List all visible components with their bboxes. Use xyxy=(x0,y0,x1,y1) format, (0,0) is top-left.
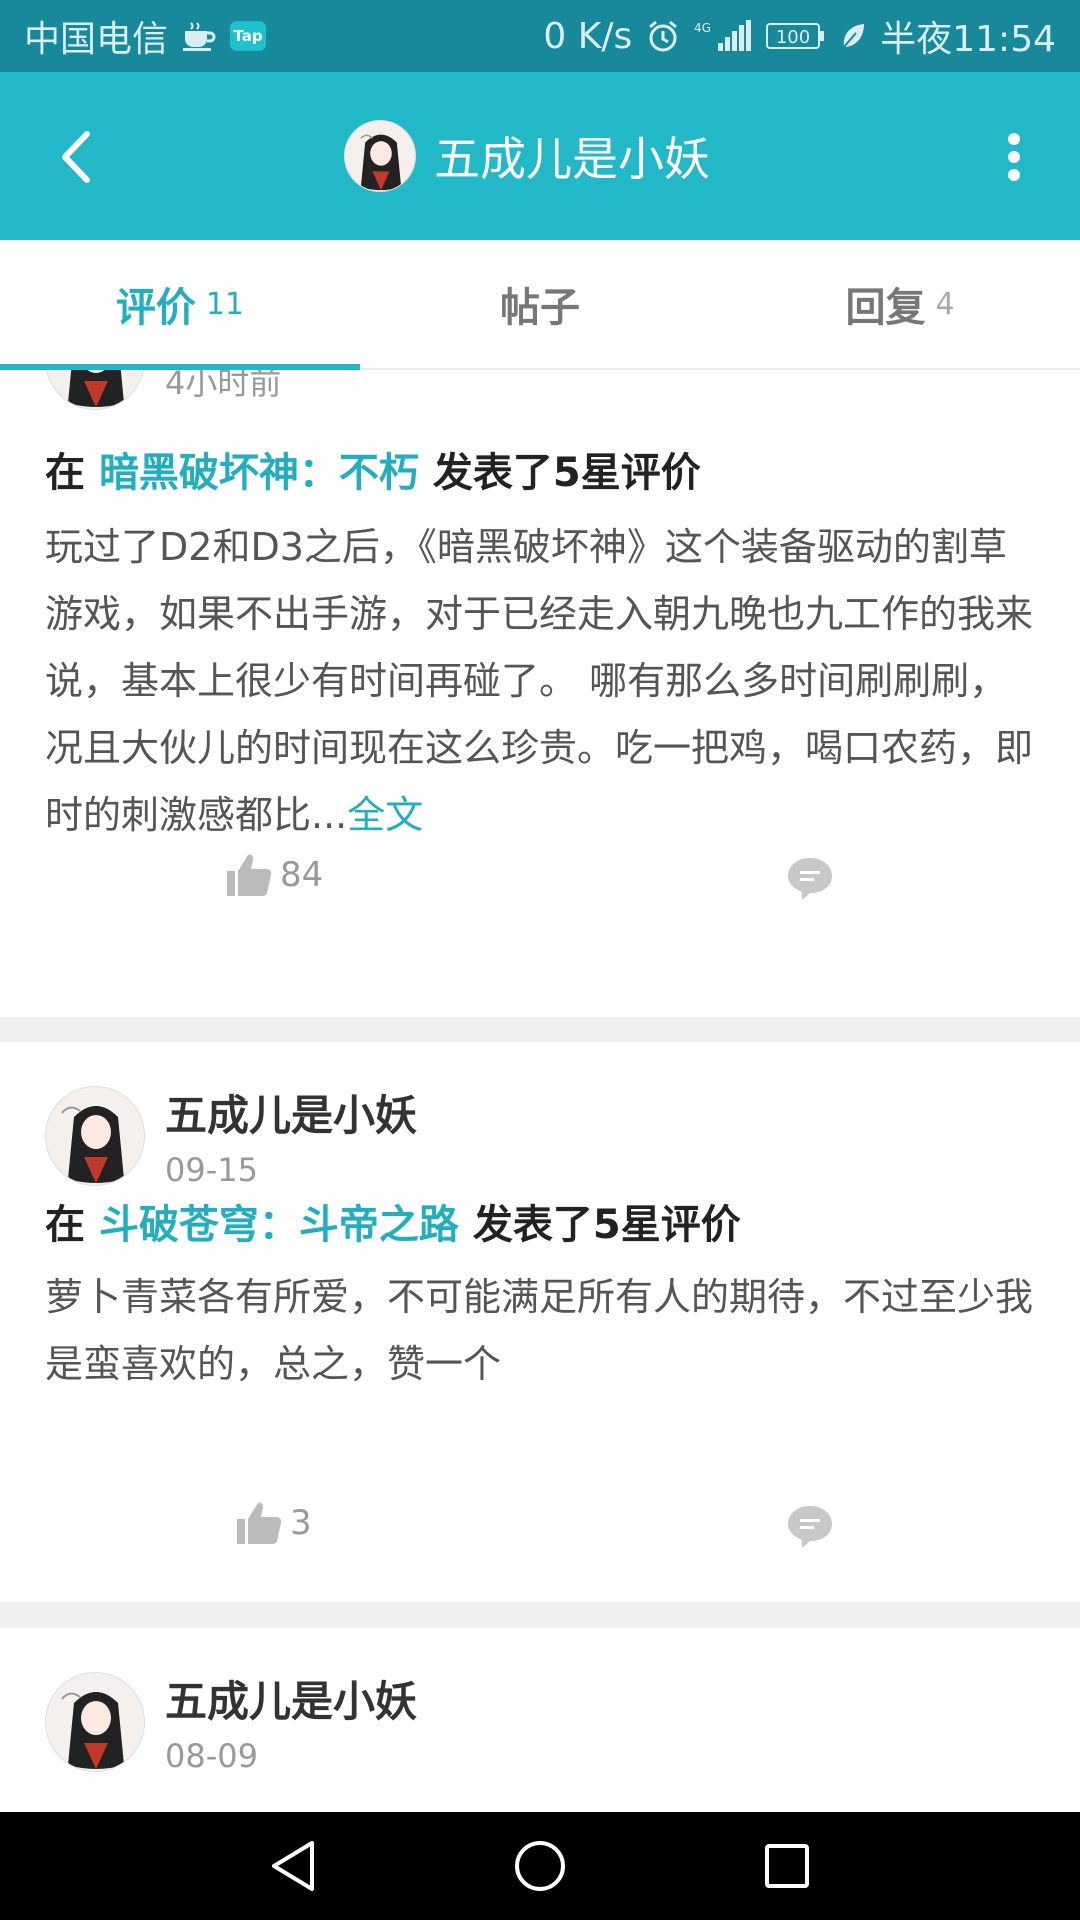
like-button[interactable]: 84 xyxy=(226,852,323,898)
tab-count: 4 xyxy=(935,286,955,322)
avatar[interactable] xyxy=(45,370,145,410)
review-body: 萝卜青菜各有所爱，不可能满足所有人的期待，不过至少我是蛮喜欢的，总之，赞一个 xyxy=(45,1275,1034,1386)
tab-reviews[interactable]: 评价 11 xyxy=(0,240,360,368)
leaf-icon xyxy=(840,21,866,51)
coffee-icon xyxy=(182,21,216,51)
back-button[interactable] xyxy=(40,122,110,192)
review-target-line: 在 斗破苍穹：斗帝之路 发表了5星评价 xyxy=(45,1192,741,1250)
game-link[interactable]: 斗破苍穹：斗帝之路 xyxy=(99,1202,459,1248)
avatar-image xyxy=(46,1672,144,1771)
review-feed[interactable]: 4小时前 在 暗黑破坏神：不朽 发表了5星评价 玩过了D2和D3之后，《暗黑破坏… xyxy=(0,370,1080,1812)
post-date: 09-15 xyxy=(165,1151,258,1189)
user-name[interactable]: 五成儿是小妖 xyxy=(165,1668,417,1729)
battery-level: 100 xyxy=(776,27,810,48)
thumbs-up-icon xyxy=(237,1502,282,1544)
app-bar: 五成儿是小妖 xyxy=(0,72,1080,240)
comment-icon xyxy=(788,858,832,900)
more-options-button[interactable] xyxy=(984,122,1044,192)
review-body: 玩过了D2和D3之后，《暗黑破坏神》这个装备驱动的割草游戏，如果不出手游，对于已… xyxy=(45,525,1034,837)
review-card-header: 五成儿是小妖 09-15 xyxy=(45,1082,417,1189)
review-card: 五成儿是小妖 08-09 xyxy=(0,1628,1080,1812)
tab-label: 回复 xyxy=(845,285,926,331)
review-text[interactable]: 玩过了D2和D3之后，《暗黑破坏神》这个装备驱动的割草游戏，如果不出手游，对于已… xyxy=(45,514,1035,849)
like-count: 84 xyxy=(280,855,324,895)
profile-header: 五成儿是小妖 xyxy=(344,119,710,193)
like-count: 3 xyxy=(290,1503,312,1543)
review-card: 4小时前 在 暗黑破坏神：不朽 发表了5星评价 玩过了D2和D3之后，《暗黑破坏… xyxy=(0,370,1080,1017)
square-recents-icon xyxy=(764,1844,809,1888)
review-prefix: 在 xyxy=(45,1202,85,1248)
review-target-line: 在 暗黑破坏神：不朽 发表了5星评价 xyxy=(45,440,701,498)
post-date: 4小时前 xyxy=(165,370,282,402)
alarm-icon xyxy=(646,19,680,53)
tab-posts[interactable]: 帖子 xyxy=(360,240,720,368)
battery-icon: 100 xyxy=(766,21,826,51)
tab-label: 帖子 xyxy=(500,285,580,331)
clock: 半夜11:54 xyxy=(880,19,1056,60)
signal-icon: 4G xyxy=(694,19,752,53)
review-prefix: 在 xyxy=(45,450,85,496)
review-card: 五成儿是小妖 09-15 在 斗破苍穹：斗帝之路 发表了5星评价 萝卜青菜各有所… xyxy=(0,1042,1080,1602)
nav-back-button[interactable] xyxy=(253,1826,333,1906)
page-title: 五成儿是小妖 xyxy=(434,132,710,186)
tab-count: 11 xyxy=(205,286,245,322)
review-text[interactable]: 萝卜青菜各有所爱，不可能满足所有人的期待，不过至少我是蛮喜欢的，总之，赞一个 xyxy=(45,1264,1035,1398)
review-actions: 84 xyxy=(0,852,1080,912)
avatar-image xyxy=(345,121,415,191)
like-button[interactable]: 3 xyxy=(236,1500,312,1546)
avatar[interactable] xyxy=(45,1671,145,1772)
read-full-link[interactable]: 全文 xyxy=(347,793,423,837)
avatar[interactable] xyxy=(45,1085,145,1186)
user-name[interactable]: 五成儿是小妖 xyxy=(165,1082,417,1143)
nav-home-button[interactable] xyxy=(500,1826,580,1906)
nav-recents-button[interactable] xyxy=(747,1826,827,1906)
profile-tabs: 评价 11 帖子 回复 4 xyxy=(0,240,1080,370)
user-info: 五成儿是小妖 08-09 xyxy=(165,1668,417,1775)
more-vertical-icon xyxy=(1008,133,1020,181)
comment-button[interactable] xyxy=(786,856,834,906)
triangle-back-icon xyxy=(272,1841,315,1891)
comment-icon xyxy=(788,1506,832,1548)
system-nav-bar xyxy=(0,1812,1080,1920)
comment-button[interactable] xyxy=(786,1504,834,1554)
game-link[interactable]: 暗黑破坏神：不朽 xyxy=(99,450,419,496)
user-info: 五成儿是小妖 09-15 xyxy=(165,1082,417,1189)
network-type: 4G xyxy=(694,21,711,35)
tap-app-icon: Tap xyxy=(230,21,267,51)
review-suffix: 发表了5星评价 xyxy=(432,450,701,496)
tab-label: 评价 xyxy=(115,285,196,331)
carrier-label: 中国电信 xyxy=(24,19,169,60)
user-info: 4小时前 xyxy=(165,370,281,404)
review-card-header: 4小时前 xyxy=(45,370,281,410)
status-bar: 中国电信 Tap 0 K/s 4G 100 半夜11:54 xyxy=(0,0,1080,72)
thumbs-up-icon xyxy=(227,854,272,896)
tab-replies[interactable]: 回复 4 xyxy=(720,240,1080,368)
post-date: 08-09 xyxy=(165,1737,258,1775)
review-actions: 3 xyxy=(0,1500,1080,1560)
avatar-image xyxy=(46,1086,144,1185)
net-speed: 0 K/s xyxy=(543,15,633,57)
review-suffix: 发表了5星评价 xyxy=(472,1202,741,1248)
review-card-header: 五成儿是小妖 08-09 xyxy=(45,1668,417,1775)
avatar-image xyxy=(46,370,144,409)
avatar[interactable] xyxy=(344,120,416,192)
circle-home-icon xyxy=(514,1841,565,1891)
back-arrow-icon xyxy=(62,131,90,183)
